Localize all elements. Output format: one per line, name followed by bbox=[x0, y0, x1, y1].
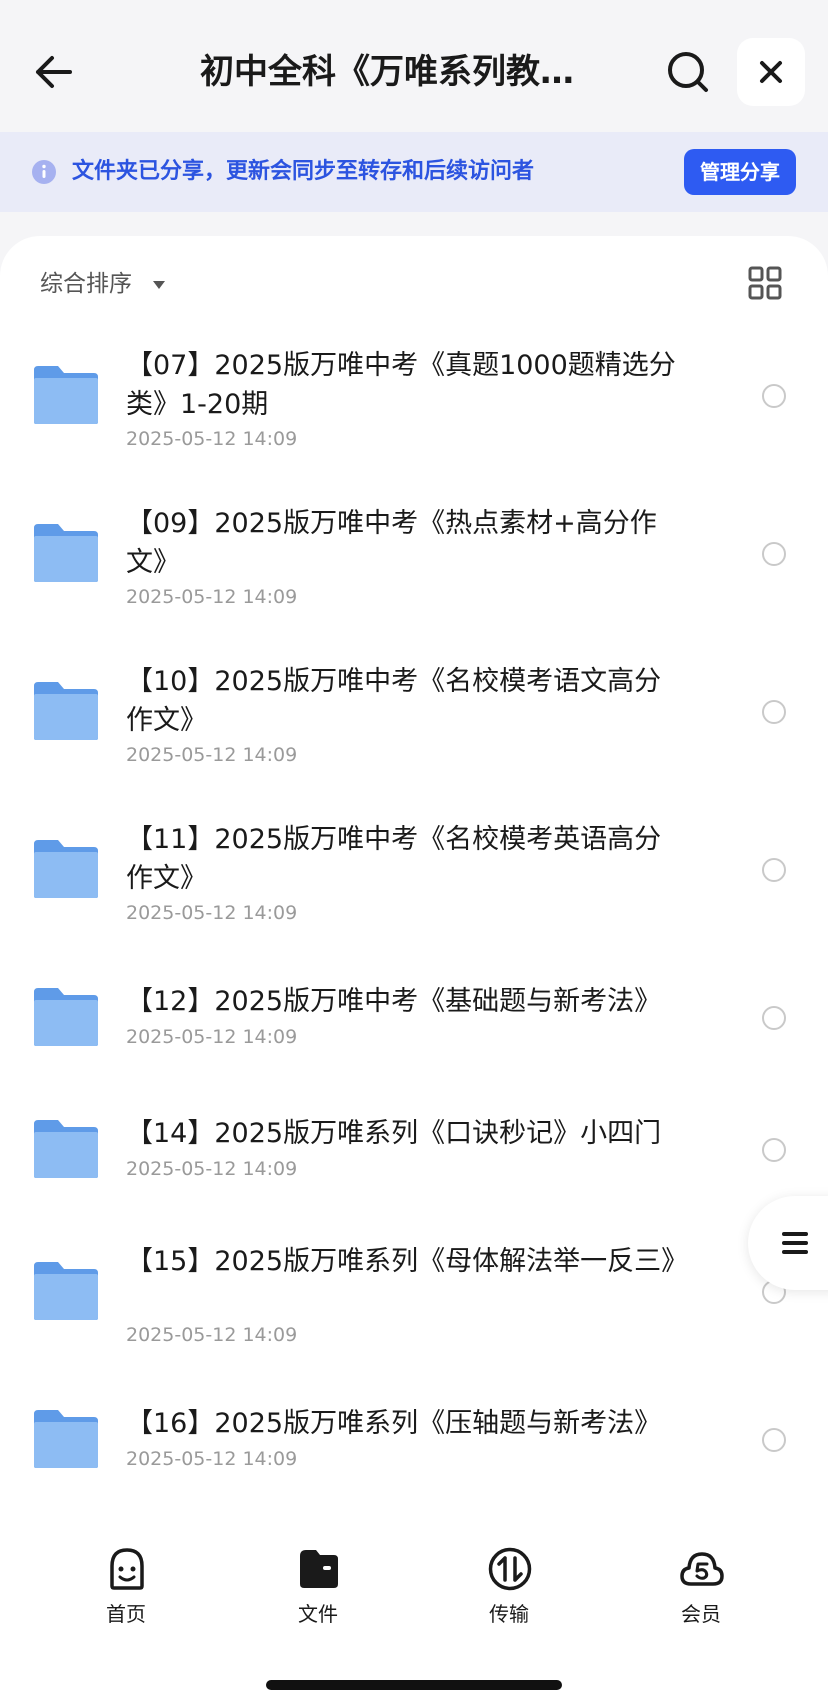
folder-icon bbox=[34, 1120, 98, 1178]
list-item[interactable]: 【16】2025版万唯系列《压轴题与新考法》 2025-05-12 14:09 bbox=[0, 1370, 828, 1502]
caret-down-icon[interactable] bbox=[152, 280, 166, 290]
file-name: 【11】2025版万唯中考《名校模考英语高分作文》 bbox=[126, 824, 662, 894]
file-name: 【07】2025版万唯中考《真题1000题精选分类》1-20期 bbox=[126, 350, 676, 420]
file-name: 【14】2025版万唯系列《口诀秒记》小四门 bbox=[126, 1118, 662, 1149]
folder-icon bbox=[34, 1410, 98, 1468]
tab-label: 传输 bbox=[489, 1602, 529, 1626]
grid-view-icon[interactable] bbox=[748, 266, 782, 300]
file-date: 2025-05-12 14:09 bbox=[126, 586, 298, 608]
bottom-tab-bar: 首页 文件 传输 会员 bbox=[0, 1516, 828, 1707]
tab-home[interactable]: 首页 bbox=[66, 1546, 186, 1636]
search-button[interactable] bbox=[664, 48, 712, 96]
manage-share-button[interactable]: 管理分享 bbox=[684, 149, 796, 195]
search-icon bbox=[668, 52, 708, 92]
list-menu-icon bbox=[782, 1232, 808, 1254]
file-date: 2025-05-12 14:09 bbox=[126, 902, 298, 924]
list-item[interactable]: 【09】2025版万唯中考《热点素材+高分作文》 2025-05-12 14:0… bbox=[0, 474, 828, 632]
close-icon bbox=[760, 61, 782, 83]
folder-icon bbox=[34, 840, 98, 898]
folder-icon bbox=[34, 682, 98, 740]
tab-label: 首页 bbox=[106, 1602, 146, 1626]
select-radio[interactable] bbox=[762, 858, 786, 882]
file-date: 2025-05-12 14:09 bbox=[126, 1158, 298, 1180]
file-name: 【16】2025版万唯系列《压轴题与新考法》 bbox=[126, 1408, 662, 1439]
folder-icon bbox=[34, 366, 98, 424]
back-button[interactable] bbox=[30, 48, 78, 96]
file-name: 【09】2025版万唯中考《热点素材+高分作文》 bbox=[126, 508, 657, 578]
info-icon bbox=[32, 160, 56, 184]
select-radio[interactable] bbox=[762, 542, 786, 566]
select-radio[interactable] bbox=[762, 700, 786, 724]
arrow-left-icon bbox=[36, 56, 72, 88]
folder-icon bbox=[34, 988, 98, 1046]
file-list-panel: 综合排序 【07】2025版万唯中考《真题1000题精选分类》1-20期 202… bbox=[0, 236, 828, 1516]
vip-cloud-icon bbox=[680, 1552, 724, 1586]
page-title: 初中全科《万唯系列教辅... bbox=[200, 52, 600, 92]
tab-transfer[interactable]: 传输 bbox=[449, 1546, 569, 1636]
select-radio[interactable] bbox=[762, 1428, 786, 1452]
share-notice-text: 文件夹已分享，更新会同步至转存和后续访问者 bbox=[72, 159, 535, 184]
file-date: 2025-05-12 14:09 bbox=[126, 428, 298, 450]
select-radio[interactable] bbox=[762, 1006, 786, 1030]
list-item[interactable]: 【14】2025版万唯系列《口诀秒记》小四门 2025-05-12 14:09 bbox=[0, 1080, 828, 1212]
list-item[interactable]: 【11】2025版万唯中考《名校模考英语高分作文》 2025-05-12 14:… bbox=[0, 790, 828, 948]
tab-label: 文件 bbox=[298, 1602, 338, 1626]
file-name: 【12】2025版万唯中考《基础题与新考法》 bbox=[126, 986, 662, 1017]
list-item[interactable]: 【07】2025版万唯中考《真题1000题精选分类》1-20期 2025-05-… bbox=[0, 316, 828, 474]
sort-dropdown[interactable]: 综合排序 bbox=[40, 264, 132, 304]
home-face-icon bbox=[110, 1548, 144, 1590]
folder-icon bbox=[34, 524, 98, 582]
file-date: 2025-05-12 14:09 bbox=[126, 1448, 298, 1470]
top-bar: 初中全科《万唯系列教辅... bbox=[0, 0, 828, 132]
tab-files[interactable]: 文件 bbox=[258, 1546, 378, 1636]
close-button[interactable] bbox=[737, 38, 805, 106]
file-date: 2025-05-12 14:09 bbox=[126, 744, 298, 766]
file-name: 【15】2025版万唯系列《母体解法举一反三》 bbox=[126, 1246, 689, 1277]
file-date: 2025-05-12 14:09 bbox=[126, 1324, 298, 1346]
list-item[interactable]: 【15】2025版万唯系列《母体解法举一反三》 2025-05-12 14:09 bbox=[0, 1212, 828, 1370]
tab-label: 会员 bbox=[681, 1602, 721, 1626]
share-banner: 文件夹已分享，更新会同步至转存和后续访问者 管理分享 bbox=[0, 132, 828, 212]
transfer-icon bbox=[488, 1547, 532, 1591]
home-indicator[interactable] bbox=[266, 1680, 562, 1690]
list-item[interactable]: 【10】2025版万唯中考《名校模考语文高分作文》 2025-05-12 14:… bbox=[0, 632, 828, 790]
select-radio[interactable] bbox=[762, 384, 786, 408]
select-radio[interactable] bbox=[762, 1138, 786, 1162]
wallet-file-icon bbox=[300, 1550, 338, 1588]
file-name: 【10】2025版万唯中考《名校模考语文高分作文》 bbox=[126, 666, 662, 736]
tab-vip[interactable]: 会员 bbox=[641, 1546, 761, 1636]
folder-icon bbox=[34, 1262, 98, 1320]
file-date: 2025-05-12 14:09 bbox=[126, 1026, 298, 1048]
list-item[interactable]: 【12】2025版万唯中考《基础题与新考法》 2025-05-12 14:09 bbox=[0, 948, 828, 1080]
